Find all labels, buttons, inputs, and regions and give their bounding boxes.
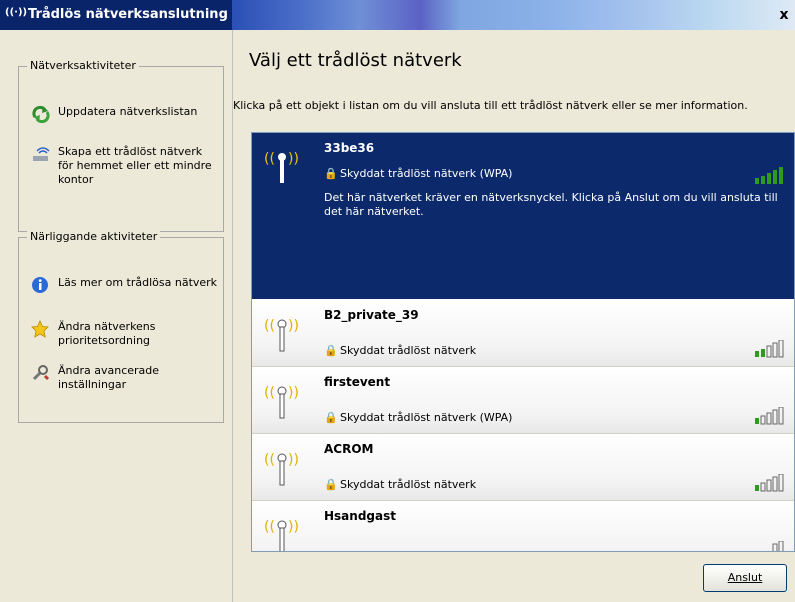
signal-strength-icon <box>754 540 784 551</box>
wireless-setup-icon <box>31 145 51 163</box>
network-security: 🔒 Skyddat trådlöst nätverk (WPA) <box>324 411 513 424</box>
sidebar: Nätverksaktiviteter Uppdatera nätverksli… <box>0 30 232 602</box>
svg-text:((: (( <box>264 151 275 167</box>
close-button[interactable]: x <box>775 6 793 24</box>
network-item-acrom[interactable]: (()) ACROM 🔒 Skyddat trådlöst nätverk <box>252 434 794 501</box>
antenna-icon: (()) <box>264 147 300 187</box>
refresh-network-list-label: Uppdatera nätverkslistan <box>58 105 198 118</box>
antenna-icon: (()) <box>264 314 300 354</box>
svg-text:)): )) <box>288 519 299 535</box>
network-security: 🔒 Skyddat trådlöst nätverk <box>324 478 477 491</box>
network-item-hsandgast[interactable]: (()) Hsandgast <box>252 501 794 551</box>
lock-icon: 🔒 <box>324 478 338 491</box>
refresh-icon <box>31 105 51 124</box>
network-ssid: 33be36 <box>324 141 375 155</box>
network-tasks-group: Nätverksaktiviteter Uppdatera nätverksli… <box>18 59 224 232</box>
antenna-icon: (()) <box>264 515 300 551</box>
related-tasks-group: Närliggande aktiviteter Läs mer om trådl… <box>18 230 224 423</box>
star-icon <box>31 320 51 338</box>
network-ssid: Hsandgast <box>324 509 396 523</box>
network-item-33be36[interactable]: (()) 33be36 🔒 Skyddat trådlöst nätverk (W… <box>252 133 794 299</box>
network-ssid: firstevent <box>324 375 391 389</box>
setup-wireless-network-label: Skapa ett trådlöst nätverk för hemmet el… <box>58 145 212 186</box>
svg-text:)): )) <box>288 318 299 334</box>
signal-strength-icon <box>754 167 784 185</box>
lock-icon: 🔒 <box>324 411 338 424</box>
signal-strength-icon <box>754 406 784 425</box>
main-panel: Välj ett trådlöst nätverk Klicka på ett … <box>232 30 795 602</box>
advanced-settings-label: Ändra avancerade inställningar <box>58 364 160 391</box>
page-title: Välj ett trådlöst nätverk <box>249 50 462 71</box>
related-tasks-title: Närliggande aktiviteter <box>27 230 161 243</box>
signal-strength-icon <box>754 339 784 358</box>
signal-strength-icon <box>754 473 784 492</box>
change-priority-label: Ändra nätverkens prioritetsordning <box>58 320 156 347</box>
svg-text:)): )) <box>288 151 299 167</box>
info-icon <box>31 276 51 294</box>
svg-text:((: (( <box>264 452 275 468</box>
network-security: 🔒 Skyddat trådlöst nätverk (WPA) <box>324 167 513 180</box>
svg-text:((: (( <box>264 318 275 334</box>
wireless-icon: ((·)) <box>5 7 28 18</box>
connect-button[interactable]: Anslut <box>703 564 787 592</box>
network-ssid: ACROM <box>324 442 374 456</box>
svg-text:)): )) <box>288 385 299 401</box>
settings-icon <box>31 364 51 382</box>
title-bar: ((·)) Trådlös nätverksanslutning x <box>0 0 795 30</box>
svg-text:)): )) <box>288 452 299 468</box>
lock-icon: 🔒 <box>324 167 338 180</box>
antenna-icon: (()) <box>264 448 300 488</box>
network-item-b2-private-39[interactable]: (()) B2_private_39 🔒 Skyddat trådlöst nät… <box>252 300 794 367</box>
antenna-icon: (()) <box>264 381 300 421</box>
svg-text:((: (( <box>264 385 275 401</box>
network-tasks-title: Nätverksaktiviteter <box>27 59 139 72</box>
setup-wireless-network-link[interactable]: Skapa ett trådlöst nätverk för hemmet el… <box>31 145 217 189</box>
network-security: 🔒 Skyddat trådlöst nätverk <box>324 344 477 357</box>
learn-wireless-label: Läs mer om trådlösa nätverk <box>58 276 218 289</box>
network-description: Det här nätverket kräver en nätverksnyck… <box>324 191 778 218</box>
network-item-firstevent[interactable]: (()) firstevent 🔒 Skyddat trådlöst nätver… <box>252 367 794 434</box>
window-title: Trådlös nätverksanslutning <box>28 7 228 22</box>
network-list[interactable]: (()) 33be36 🔒 Skyddat trådlöst nätverk (W… <box>251 132 795 552</box>
instruction-text: Klicka på ett objekt i listan om du vill… <box>233 99 748 112</box>
network-ssid: B2_private_39 <box>324 308 419 322</box>
lock-icon: 🔒 <box>324 344 338 357</box>
svg-text:((: (( <box>264 519 275 535</box>
